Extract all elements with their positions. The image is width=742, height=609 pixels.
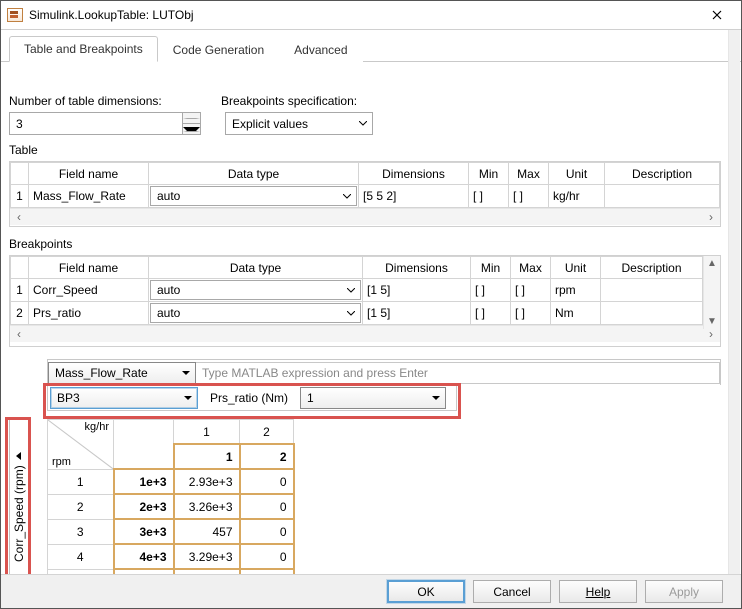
ok-button[interactable]: OK	[387, 580, 465, 603]
slice-other-label: Prs_ratio (Nm)	[198, 391, 300, 405]
dialog-window: Simulink.LookupTable: LUTObj Table and B…	[0, 0, 742, 609]
dtype-combo[interactable]: auto	[150, 303, 361, 323]
h-scrollbar[interactable]: ‹ ›	[10, 325, 720, 342]
col-desc: Description	[605, 163, 720, 185]
slice-other-combo[interactable]: 1	[300, 387, 446, 409]
chevron-right-icon[interactable]: ›	[704, 327, 718, 341]
table-row[interactable]: 1 Mass_Flow_Rate auto [5 5 2] [ ] [ ] kg…	[11, 185, 720, 208]
titlebar: Simulink.LookupTable: LUTObj	[1, 1, 741, 30]
chevron-left-icon[interactable]: ‹	[12, 327, 26, 341]
dtype-combo[interactable]: auto	[150, 280, 361, 300]
chevron-down-icon	[342, 304, 360, 322]
close-icon	[712, 10, 722, 20]
window-title: Simulink.LookupTable: LUTObj	[29, 8, 697, 22]
tab-advanced[interactable]: Advanced	[279, 37, 362, 62]
bp-grid[interactable]: Field name Data type Dimensions Min Max …	[9, 255, 721, 347]
corner-cell: kg/hr rpm	[48, 420, 114, 470]
h-scrollbar[interactable]: ‹ ›	[10, 208, 720, 225]
bp-spec-value: Explicit values	[226, 117, 354, 131]
tab-code-generation[interactable]: Code Generation	[158, 37, 279, 62]
dims-value: 3	[10, 117, 182, 131]
slice-expr-input[interactable]: Type MATLAB expression and press Enter	[196, 362, 720, 384]
chevron-down-icon[interactable]: ▼	[707, 316, 717, 327]
chevron-down-icon	[338, 187, 356, 205]
close-button[interactable]	[697, 2, 737, 29]
right-scrollbar[interactable]	[728, 30, 740, 574]
dims-spinner[interactable]: 3	[9, 112, 201, 135]
dialog-footer: OK Cancel Help Apply	[1, 574, 741, 608]
tab-row: Table and Breakpoints Code Generation Ad…	[1, 36, 741, 62]
dims-spinner-buttons[interactable]	[182, 113, 200, 134]
col-min: Min	[469, 163, 509, 185]
table-grid[interactable]: Field name Data type Dimensions Min Max …	[9, 161, 721, 227]
bp-section-label: Breakpoints	[9, 237, 721, 251]
table-section-label: Table	[9, 143, 721, 157]
bp-spec-label: Breakpoints specification:	[221, 94, 357, 108]
chevron-down-icon[interactable]	[183, 124, 200, 134]
tab-table-and-breakpoints[interactable]: Table and Breakpoints	[9, 36, 158, 62]
col-max: Max	[509, 163, 549, 185]
col-field: Field name	[29, 163, 149, 185]
col-dtype: Data type	[149, 163, 359, 185]
chevron-up-icon[interactable]	[183, 113, 200, 124]
slice-bp-combo[interactable]: BP3	[50, 387, 198, 409]
apply-button[interactable]: Apply	[645, 580, 723, 603]
dims-label: Number of table dimensions:	[9, 94, 201, 108]
chevron-left-icon[interactable]: ‹	[12, 210, 26, 224]
table-row[interactable]: 2 Prs_ratio auto [1 5] [ ] [ ] Nm	[11, 302, 703, 325]
slice-var-combo[interactable]: Mass_Flow_Rate	[48, 362, 196, 384]
data-grid[interactable]: kg/hr rpm 1 2 1 2 11e+32.93e+30 22e+33.2…	[47, 419, 295, 595]
app-icon	[7, 8, 23, 22]
chevron-down-icon	[177, 363, 195, 383]
bp-spec-combo[interactable]: Explicit values	[225, 112, 373, 135]
chevron-down-icon	[427, 388, 445, 408]
dtype-combo[interactable]: auto	[150, 186, 357, 206]
table-row[interactable]: 1 Corr_Speed auto [1 5] [ ] [ ] rpm	[11, 279, 703, 302]
cancel-button[interactable]: Cancel	[473, 580, 551, 603]
chevron-right-icon	[17, 452, 22, 460]
v-scrollbar[interactable]: ▲ ▼	[703, 256, 720, 329]
help-button[interactable]: Help	[559, 580, 637, 603]
chevron-right-icon[interactable]: ›	[704, 210, 718, 224]
chevron-down-icon	[342, 281, 360, 299]
col-unit: Unit	[549, 163, 605, 185]
chevron-down-icon	[354, 113, 372, 134]
vert-axis-tab[interactable]: Corr_Speed (rpm)	[9, 419, 29, 595]
chevron-up-icon[interactable]: ▲	[707, 258, 717, 269]
col-dims: Dimensions	[359, 163, 469, 185]
chevron-down-icon	[179, 388, 197, 408]
